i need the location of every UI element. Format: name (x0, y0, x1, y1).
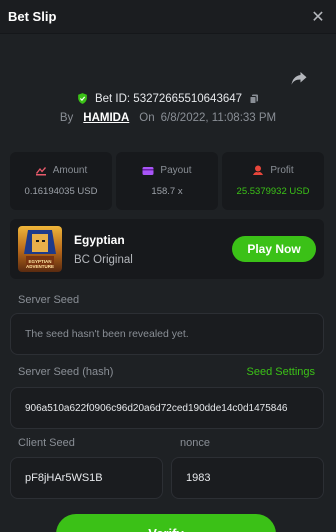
server-seed-hash-field[interactable]: 906a510a622f0906c96d20a6d72ced190dde14c0… (10, 387, 324, 429)
verify-button[interactable]: Verify (56, 514, 276, 532)
bet-id-row: Bet ID: 53272665510643647 (0, 92, 336, 105)
verified-shield-icon (78, 93, 87, 104)
profit-icon (253, 165, 264, 175)
game-card: EGYPTIAN ADVENTURE Egyptian BC Original … (10, 219, 324, 279)
stat-amount: Amount 0.16194035 USD (10, 152, 112, 210)
payout-card-icon (142, 166, 154, 175)
bet-stats: Amount 0.16194035 USD Payout 158.7 x Pro… (10, 152, 324, 210)
amount-value: 0.16194035 USD (24, 186, 98, 197)
seed-settings-link[interactable]: Seed Settings (247, 366, 316, 378)
game-name: Egyptian (74, 232, 125, 247)
server-seed-field[interactable]: The seed hasn't been revealed yet. (10, 313, 324, 355)
play-now-button[interactable]: Play Now (232, 236, 316, 262)
close-icon[interactable]: ✕ (310, 9, 326, 26)
profit-label: Profit (270, 165, 294, 176)
profit-value: 25.5379932 USD (236, 186, 310, 197)
copy-icon[interactable] (248, 93, 260, 105)
stat-payout: Payout 158.7 x (116, 152, 218, 210)
by-label: By (59, 112, 74, 124)
nonce-label: nonce (180, 437, 210, 449)
share-icon[interactable] (290, 69, 308, 87)
stat-profit: Profit 25.5379932 USD (222, 152, 324, 210)
game-thumbnail: EGYPTIAN ADVENTURE (18, 226, 62, 272)
bet-id-text: Bet ID: 53272665510643647 (94, 92, 243, 105)
payout-label: Payout (160, 165, 192, 176)
client-seed-field[interactable]: pF8jHAr5WS1B (10, 457, 163, 499)
username-link[interactable]: HAMIDA (79, 112, 133, 124)
amount-label: Amount (52, 165, 88, 176)
game-provider: BC Original (74, 253, 133, 266)
bet-slip-title: Bet Slip (8, 9, 57, 24)
client-seed-label: Client Seed (18, 437, 75, 449)
on-label: On (139, 112, 155, 124)
bet-slip-header: Bet Slip ✕ (0, 0, 336, 34)
game-thumbnail-text: EGYPTIAN ADVENTURE (25, 259, 54, 269)
bet-author-row: By HAMIDA On 6/8/2022, 11:08:33 PM (0, 112, 336, 124)
server-seed-label: Server Seed (18, 294, 80, 306)
amount-icon (35, 166, 46, 175)
bet-date: 6/8/2022, 11:08:33 PM (160, 112, 277, 124)
nonce-field[interactable]: 1983 (171, 457, 324, 499)
payout-value: 158.7 x (151, 186, 183, 197)
server-seed-hash-label: Server Seed (hash) (18, 366, 114, 378)
